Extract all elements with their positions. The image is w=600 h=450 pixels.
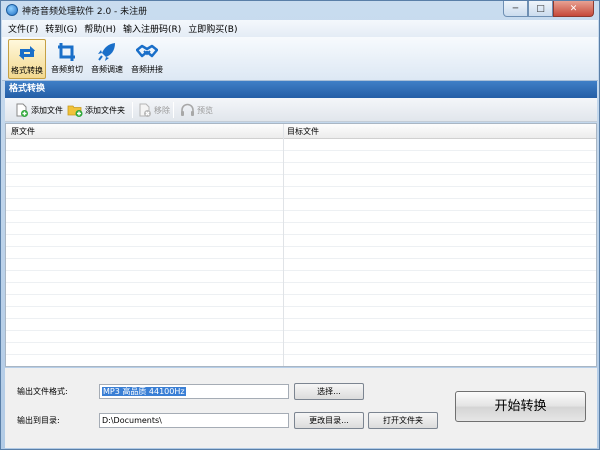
minimize-button[interactable]: ─ xyxy=(503,1,528,17)
toolbar-separator xyxy=(132,102,133,118)
tool-label: 音频调速 xyxy=(91,65,123,74)
output-dir-value: D:\Documents\ xyxy=(102,416,162,425)
output-dir-field[interactable]: D:\Documents\ xyxy=(99,413,289,428)
tool-audio-cut[interactable]: 音频剪切 xyxy=(48,39,86,79)
menu-register[interactable]: 输入注册码(R) xyxy=(123,22,181,35)
menu-file[interactable]: 文件(F) xyxy=(8,22,38,35)
output-panel: 输出文件格式: MP3 高品质 44100Hz 选择... 输出到目录: D:\… xyxy=(5,368,597,448)
maximize-button[interactable]: □ xyxy=(528,1,553,17)
column-divider[interactable] xyxy=(283,124,284,366)
convert-icon xyxy=(19,46,35,60)
app-window: 神奇音频处理软件 2.0 - 未注册 ─ □ ✕ 文件(F) 转到(G) 帮助(… xyxy=(0,0,600,450)
output-format-value: MP3 高品质 44100Hz xyxy=(102,387,186,396)
remove-label: 移除 xyxy=(154,105,170,115)
menu-goto[interactable]: 转到(G) xyxy=(45,22,77,35)
list-rows xyxy=(6,139,596,366)
change-dir-button[interactable]: 更改目录... xyxy=(294,412,364,429)
add-file-icon xyxy=(16,103,28,117)
column-target-file[interactable]: 目标文件 xyxy=(287,126,319,137)
list-header: 原文件 目标文件 xyxy=(6,124,596,139)
select-format-button[interactable]: 选择... xyxy=(294,383,364,400)
menu-bar: 文件(F) 转到(G) 帮助(H) 输入注册码(R) 立即购买(B) xyxy=(2,20,598,37)
output-format-field[interactable]: MP3 高品质 44100Hz xyxy=(99,384,289,399)
main-toolbar: 格式转换 音频剪切 音频调速 音频拼接 xyxy=(2,37,598,81)
section-title: 格式转换 xyxy=(5,81,597,98)
title-bar[interactable]: 神奇音频处理软件 2.0 - 未注册 ─ □ ✕ xyxy=(1,1,599,19)
file-toolbar: 添加文件 添加文件夹 移除 预览 xyxy=(5,98,597,122)
remove-icon xyxy=(139,103,151,117)
add-folder-icon xyxy=(67,105,83,117)
file-list[interactable]: 原文件 目标文件 xyxy=(5,123,597,367)
tool-audio-speed[interactable]: 音频调速 xyxy=(88,39,126,79)
menu-buy[interactable]: 立即购买(B) xyxy=(188,22,237,35)
add-file-button[interactable]: 添加文件 xyxy=(15,102,63,118)
add-folder-label: 添加文件夹 xyxy=(85,105,125,115)
app-logo-icon xyxy=(6,4,18,16)
menu-help[interactable]: 帮助(H) xyxy=(84,22,116,35)
tool-format-convert[interactable]: 格式转换 xyxy=(8,39,46,79)
handshake-icon xyxy=(136,44,158,58)
column-source-file[interactable]: 原文件 xyxy=(11,126,35,137)
tool-audio-join[interactable]: 音频拼接 xyxy=(128,39,166,79)
crop-icon xyxy=(58,43,75,61)
close-button[interactable]: ✕ xyxy=(553,1,594,17)
window-controls: ─ □ ✕ xyxy=(503,1,594,17)
preview-label: 预览 xyxy=(197,105,213,115)
rocket-icon xyxy=(98,43,115,61)
remove-button[interactable]: 移除 xyxy=(138,102,170,118)
tool-label: 音频拼接 xyxy=(131,65,163,74)
tool-label: 格式转换 xyxy=(11,66,43,75)
preview-button[interactable]: 预览 xyxy=(180,102,213,118)
toolbar-separator xyxy=(173,102,174,118)
window-title: 神奇音频处理软件 2.0 - 未注册 xyxy=(22,7,148,17)
open-folder-button[interactable]: 打开文件夹 xyxy=(368,412,438,429)
headphones-icon xyxy=(181,103,194,116)
output-dir-label: 输出到目录: xyxy=(17,416,60,425)
add-file-label: 添加文件 xyxy=(31,105,63,115)
add-folder-button[interactable]: 添加文件夹 xyxy=(67,102,125,118)
tool-label: 音频剪切 xyxy=(51,65,83,74)
start-convert-button[interactable]: 开始转换 xyxy=(455,391,586,422)
output-format-label: 输出文件格式: xyxy=(17,387,68,396)
